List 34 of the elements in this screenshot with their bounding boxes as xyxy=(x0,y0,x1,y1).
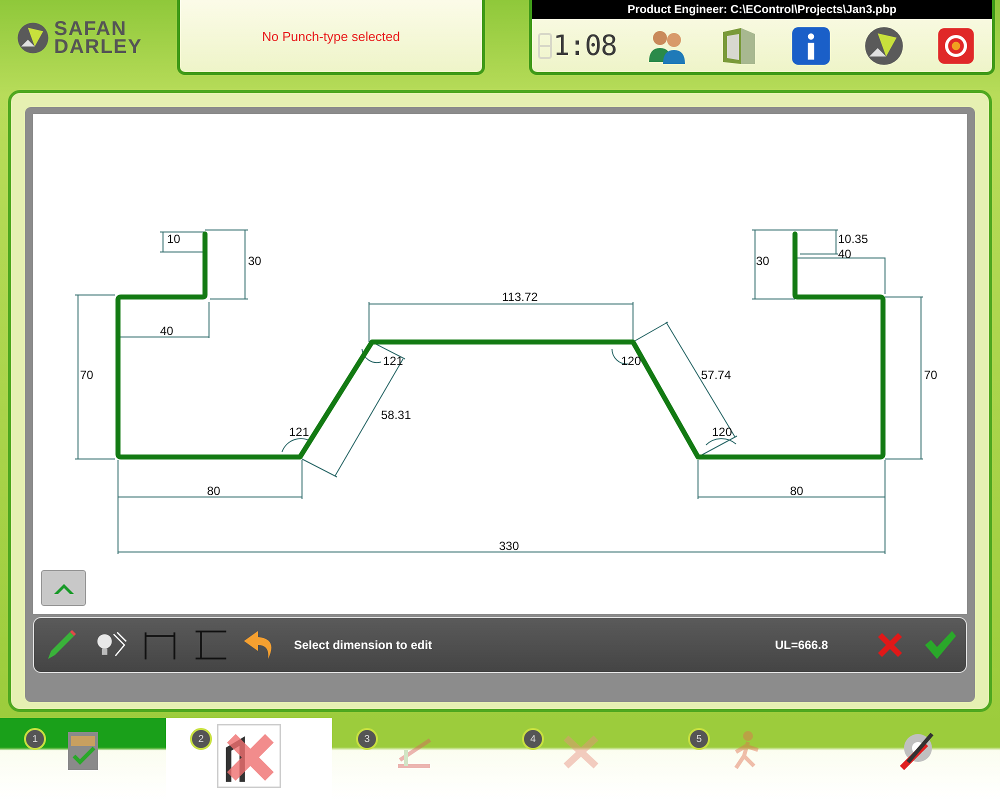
status-hint: Select dimension to edit xyxy=(294,638,432,652)
dimension-label[interactable]: 70 xyxy=(80,368,94,382)
dimension-label[interactable]: 113.72 xyxy=(502,290,538,304)
step-number: 4 xyxy=(522,728,544,750)
dimension-label[interactable]: 10 xyxy=(167,232,180,246)
step-number: 1 xyxy=(24,728,46,750)
status-message: No Punch-type selected xyxy=(262,28,400,44)
dimension-label[interactable]: 120 xyxy=(621,354,642,368)
logo-text: SAFAN xyxy=(54,20,127,38)
dimension-label[interactable]: 121 xyxy=(289,425,310,439)
dimension-label[interactable]: 30 xyxy=(248,254,262,268)
clock-display: 1:08 xyxy=(553,29,616,62)
step-number: 5 xyxy=(688,728,710,750)
unfolded-length: UL=666.8 xyxy=(774,638,828,652)
bend-icon xyxy=(215,722,283,790)
dimension-label[interactable]: 58.31 xyxy=(381,408,412,422)
dimension-label[interactable]: 10.35 xyxy=(838,232,868,246)
logo-text: DARLEY xyxy=(54,38,142,56)
step-number: 2 xyxy=(190,728,212,750)
dimension-label[interactable]: 40 xyxy=(160,324,174,338)
window-title: Product Engineer: C:\EControl\Projects\Jan3.pbp xyxy=(627,4,896,16)
logo-mark-icon xyxy=(16,20,50,54)
dimension-label[interactable]: 30 xyxy=(756,254,770,268)
dimension-label[interactable]: 70 xyxy=(924,368,938,382)
clock-ghost-digit-icon xyxy=(538,32,552,58)
dimension-label[interactable]: 80 xyxy=(207,484,220,498)
dimension-label[interactable]: 330 xyxy=(499,539,520,553)
dimension-label[interactable]: 80 xyxy=(790,484,804,498)
dimension-label[interactable]: 57.74 xyxy=(701,368,732,382)
dimension-label[interactable]: 120 xyxy=(712,425,732,439)
dimension-label[interactable]: 40 xyxy=(838,247,852,261)
dimension-label[interactable]: 121 xyxy=(383,354,404,368)
collapse-button[interactable] xyxy=(41,570,86,606)
step-number: 3 xyxy=(356,728,378,750)
